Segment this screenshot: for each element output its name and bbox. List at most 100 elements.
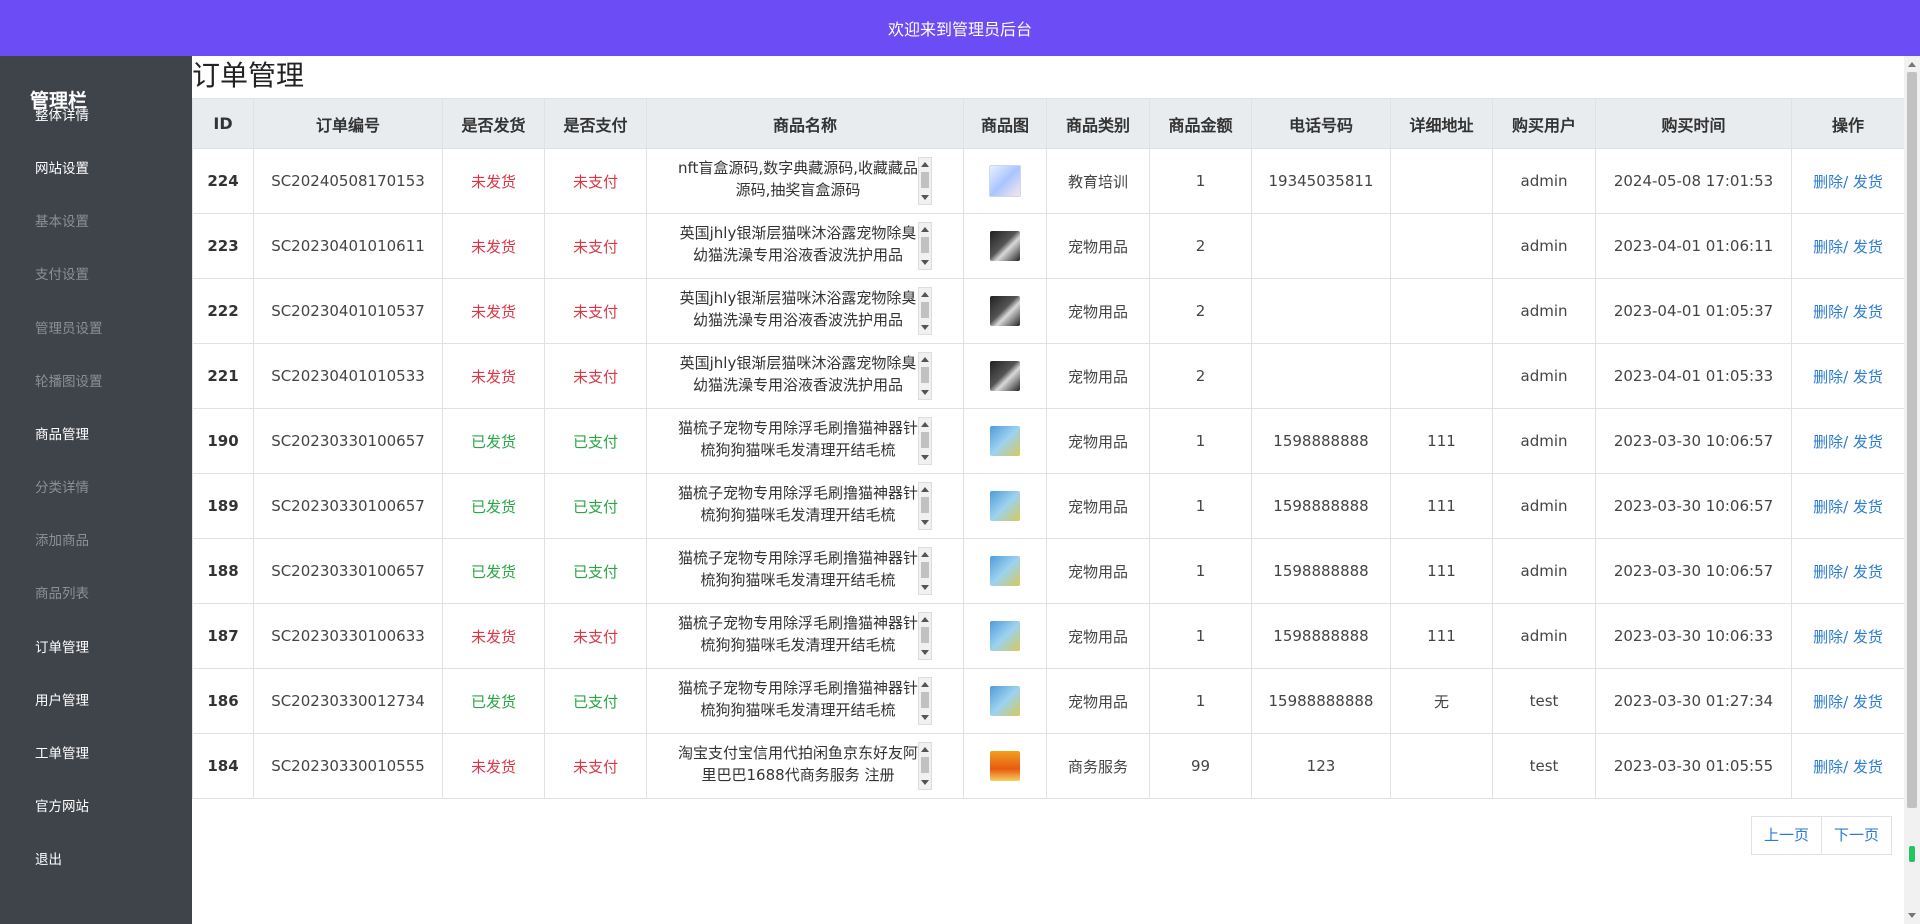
product-name-textarea[interactable]: 英国jhly银渐层猫咪沐浴露宠物除臭幼猫洗澡专用浴液香波洗护用品: [678, 287, 932, 335]
scroll-up-icon[interactable]: [921, 162, 929, 167]
textarea-scrollbar[interactable]: [918, 287, 932, 335]
scrollbar-thumb[interactable]: [921, 432, 929, 448]
delete-link[interactable]: 删除: [1813, 628, 1843, 646]
sidebar-item[interactable]: 官方网站: [35, 795, 89, 815]
product-name-textarea[interactable]: 淘宝支付宝信用代拍闲鱼京东好友阿里巴巴1688代商务服务 注册: [678, 742, 932, 790]
sidebar-item[interactable]: 轮播图设置: [35, 370, 103, 390]
ship-link[interactable]: 发货: [1853, 498, 1883, 516]
textarea-scrollbar[interactable]: [918, 612, 932, 660]
scroll-up-icon[interactable]: [921, 617, 929, 622]
sidebar-item[interactable]: 分类详情: [35, 476, 89, 496]
sidebar-item[interactable]: 管理员设置: [35, 317, 103, 337]
sidebar-item[interactable]: 支付设置: [35, 263, 89, 283]
scroll-down-icon[interactable]: [1908, 913, 1916, 918]
scrollbar-thumb[interactable]: [1907, 72, 1917, 808]
ship-link[interactable]: 发货: [1853, 628, 1883, 646]
delete-link[interactable]: 删除: [1813, 758, 1843, 776]
sidebar-item[interactable]: 基本设置: [35, 210, 89, 230]
scroll-up-icon[interactable]: [921, 227, 929, 232]
delete-link[interactable]: 删除: [1813, 498, 1843, 516]
scroll-up-icon[interactable]: [921, 422, 929, 427]
delete-link[interactable]: 删除: [1813, 563, 1843, 581]
purchase-time: 2023-03-30 10:06:33: [1595, 603, 1792, 669]
scrollbar-thumb[interactable]: [921, 627, 929, 643]
scrollbar-thumb[interactable]: [921, 692, 929, 708]
page-scrollbar[interactable]: [1904, 56, 1920, 924]
scrollbar-thumb[interactable]: [921, 497, 929, 513]
ship-link[interactable]: 发货: [1853, 368, 1883, 386]
scrollbar-thumb[interactable]: [921, 237, 929, 253]
address: 111: [1390, 538, 1493, 604]
scrollbar-thumb[interactable]: [921, 757, 929, 773]
scroll-down-icon[interactable]: [921, 585, 929, 590]
sidebar-item[interactable]: 工单管理: [35, 742, 89, 762]
textarea-scrollbar[interactable]: [918, 157, 932, 205]
scroll-down-icon[interactable]: [921, 455, 929, 460]
sidebar-item[interactable]: 网站设置: [35, 157, 89, 177]
scroll-up-icon[interactable]: [921, 552, 929, 557]
scrollbar-thumb[interactable]: [921, 562, 929, 578]
scroll-down-icon[interactable]: [921, 260, 929, 265]
ship-link[interactable]: 发货: [1853, 173, 1883, 191]
product-name-textarea[interactable]: 英国jhly银渐层猫咪沐浴露宠物除臭幼猫洗澡专用浴液香波洗护用品: [678, 352, 932, 400]
product-name-textarea[interactable]: 猫梳子宠物专用除浮毛刷撸猫神器针梳狗狗猫咪毛发清理开结毛梳: [678, 547, 932, 595]
scroll-down-icon[interactable]: [921, 325, 929, 330]
ship-link[interactable]: 发货: [1853, 238, 1883, 256]
ship-link[interactable]: 发货: [1853, 693, 1883, 711]
product-name-textarea[interactable]: 猫梳子宠物专用除浮毛刷撸猫神器针梳狗狗猫咪毛发清理开结毛梳: [678, 482, 932, 530]
product-name-textarea[interactable]: 猫梳子宠物专用除浮毛刷撸猫神器针梳狗狗猫咪毛发清理开结毛梳: [678, 612, 932, 660]
delete-link[interactable]: 删除: [1813, 433, 1843, 451]
product-image-cell: [963, 213, 1047, 279]
sidebar-item[interactable]: 整体详情: [35, 104, 89, 124]
product-amount: 1: [1149, 408, 1252, 474]
scroll-down-icon[interactable]: [921, 390, 929, 395]
product-name-textarea[interactable]: 猫梳子宠物专用除浮毛刷撸猫神器针梳狗狗猫咪毛发清理开结毛梳: [678, 677, 932, 725]
textarea-scrollbar[interactable]: [918, 417, 932, 465]
product-name-textarea[interactable]: nft盲盒源码,数字典藏源码,收藏藏品源码,抽奖盲盒源码: [678, 157, 932, 205]
scroll-down-icon[interactable]: [921, 650, 929, 655]
delete-link[interactable]: 删除: [1813, 368, 1843, 386]
shipping-status: 未发货: [442, 278, 545, 344]
scrollbar-thumb[interactable]: [921, 172, 929, 188]
prev-page-button[interactable]: 上一页: [1750, 816, 1822, 855]
next-page-button[interactable]: 下一页: [1821, 816, 1892, 855]
sidebar-item[interactable]: 商品列表: [35, 582, 89, 602]
delete-link[interactable]: 删除: [1813, 303, 1843, 321]
delete-link[interactable]: 删除: [1813, 693, 1843, 711]
scroll-up-icon[interactable]: [921, 747, 929, 752]
scroll-up-icon[interactable]: [1908, 62, 1916, 67]
ship-link[interactable]: 发货: [1853, 433, 1883, 451]
scroll-down-icon[interactable]: [921, 715, 929, 720]
scroll-up-icon[interactable]: [921, 487, 929, 492]
table-row: 188 SC20230330100657 已发货 已支付 猫梳子宠物专用除浮毛刷撸猫神器…: [192, 538, 1905, 604]
textarea-scrollbar[interactable]: [918, 352, 932, 400]
sidebar-item[interactable]: 订单管理: [35, 636, 89, 656]
scrollbar-thumb[interactable]: [921, 302, 929, 318]
textarea-scrollbar[interactable]: [918, 547, 932, 595]
scroll-down-icon[interactable]: [921, 520, 929, 525]
delete-link[interactable]: 删除: [1813, 173, 1843, 191]
delete-link[interactable]: 删除: [1813, 238, 1843, 256]
ship-link[interactable]: 发货: [1853, 563, 1883, 581]
scrollbar-thumb[interactable]: [921, 367, 929, 383]
textarea-scrollbar[interactable]: [918, 482, 932, 530]
ship-link[interactable]: 发货: [1853, 758, 1883, 776]
product-name-textarea[interactable]: 英国jhly银渐层猫咪沐浴露宠物除臭幼猫洗澡专用浴液香波洗护用品: [678, 222, 932, 270]
textarea-scrollbar[interactable]: [918, 677, 932, 725]
ship-link[interactable]: 发货: [1853, 303, 1883, 321]
separator: /: [1843, 627, 1853, 646]
scroll-up-icon[interactable]: [921, 682, 929, 687]
scroll-down-icon[interactable]: [921, 195, 929, 200]
product-name-cell: nft盲盒源码,数字典藏源码,收藏藏品源码,抽奖盲盒源码: [646, 148, 964, 214]
product-name-cell: 猫梳子宠物专用除浮毛刷撸猫神器针梳狗狗猫咪毛发清理开结毛梳: [646, 473, 964, 539]
product-name-textarea[interactable]: 猫梳子宠物专用除浮毛刷撸猫神器针梳狗狗猫咪毛发清理开结毛梳: [678, 417, 932, 465]
sidebar-item[interactable]: 用户管理: [35, 689, 89, 709]
sidebar-item[interactable]: 添加商品: [35, 529, 89, 549]
scroll-up-icon[interactable]: [921, 292, 929, 297]
sidebar-item[interactable]: 退出: [35, 848, 62, 868]
scroll-down-icon[interactable]: [921, 780, 929, 785]
sidebar-item[interactable]: 商品管理: [35, 423, 89, 443]
textarea-scrollbar[interactable]: [918, 742, 932, 790]
textarea-scrollbar[interactable]: [918, 222, 932, 270]
scroll-up-icon[interactable]: [921, 357, 929, 362]
